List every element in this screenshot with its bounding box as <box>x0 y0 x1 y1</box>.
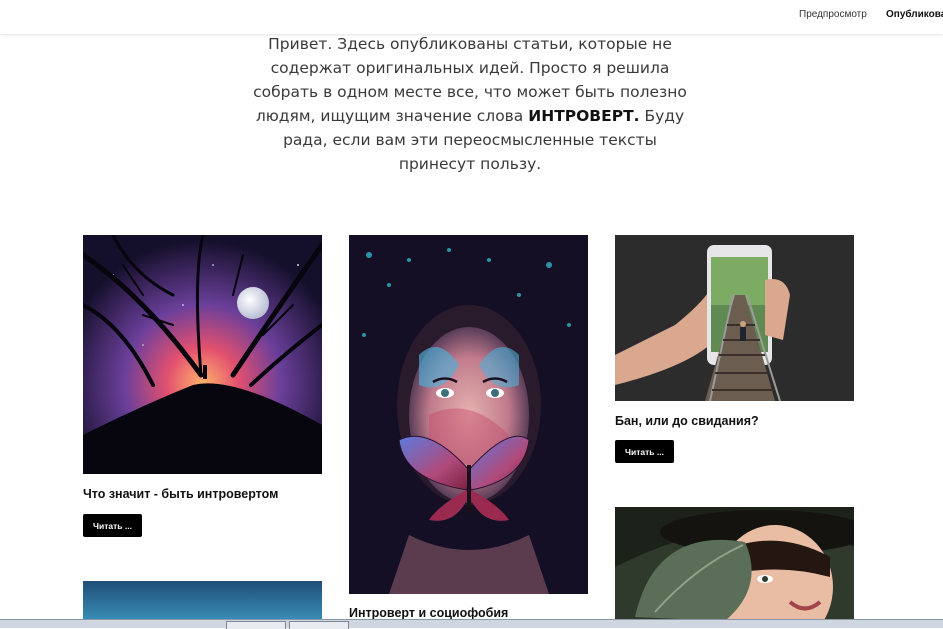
taskbar-button[interactable] <box>226 621 286 629</box>
intro-text: Привет. Здесь опубликованы статьи, котор… <box>250 32 690 176</box>
preview-link[interactable]: Предпросмотр <box>799 9 867 20</box>
taskbar-button[interactable] <box>289 621 349 629</box>
card-3-image[interactable] <box>615 235 854 401</box>
card-3-read-button[interactable]: Читать ... <box>615 440 674 463</box>
card-3-title[interactable]: Бан, или до свидания? <box>615 414 759 428</box>
card-5-image[interactable] <box>615 507 854 621</box>
publish-link[interactable]: Опубликовать <box>886 9 943 20</box>
intro-bold-word: ИНТРОВЕРТ. <box>528 107 640 125</box>
card-1-image[interactable] <box>83 235 322 474</box>
top-bar: Предпросмотр Опубликовать <box>0 0 943 34</box>
card-2-image[interactable] <box>349 235 588 594</box>
card-1-read-button[interactable]: Читать ... <box>83 514 142 537</box>
card-1-title[interactable]: Что значит - быть интровертом <box>83 487 278 501</box>
card-2-title[interactable]: Интроверт и социофобия <box>349 606 508 620</box>
card-4-image[interactable] <box>83 581 322 621</box>
